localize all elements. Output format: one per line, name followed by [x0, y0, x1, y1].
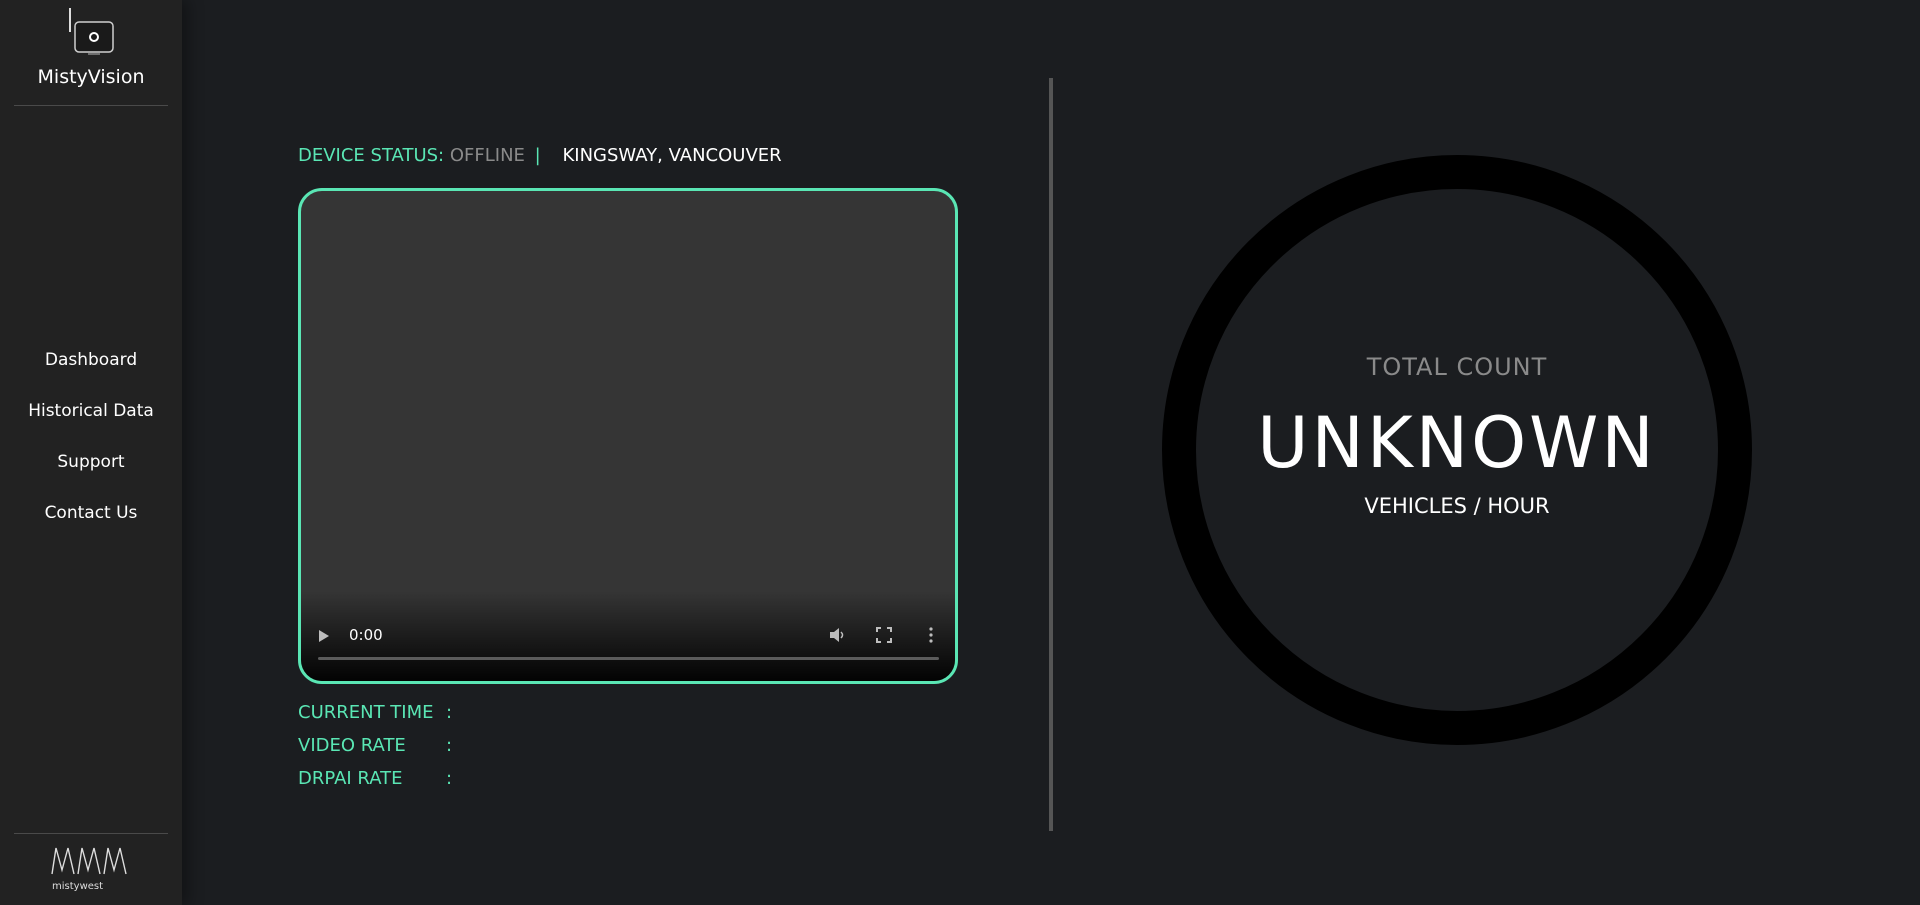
current-time-label: CURRENT TIME [298, 702, 434, 723]
gauge-value: UNKNOWN [1257, 402, 1657, 484]
mute-icon[interactable] [828, 626, 846, 644]
mistywest-wordmark: mistywest [52, 881, 103, 892]
video-rate-row: VIDEO RATE: [298, 735, 452, 756]
current-time-colon: : [446, 702, 453, 723]
video-rate-label: VIDEO RATE [298, 735, 406, 756]
drpai-rate-row: DRPAI RATE: [298, 768, 452, 789]
gauge-title: TOTAL COUNT [1366, 353, 1548, 381]
device-status-line: DEVICE STATUS: OFFLINE | KINGSWAY, VANCO… [298, 145, 782, 166]
sidebar-item-support[interactable]: Support [0, 447, 182, 498]
camera-icon [69, 8, 114, 55]
play-icon[interactable] [317, 629, 331, 643]
drpai-rate-colon: : [446, 768, 453, 789]
current-time-row: CURRENT TIME: [298, 702, 452, 723]
gauge-unit: VEHICLES / HOUR [1364, 494, 1550, 518]
sidebar-item-historical-data[interactable]: Historical Data [0, 396, 182, 447]
status-separator: | [534, 145, 541, 166]
device-status-label: DEVICE STATUS: [298, 145, 445, 166]
sidebar-nav: Dashboard Historical Data Support Contac… [0, 345, 182, 549]
device-location: KINGSWAY, VANCOUVER [562, 145, 782, 166]
fullscreen-icon[interactable] [876, 627, 892, 643]
sidebar: MistyVision Dashboard Historical Data Su… [0, 0, 182, 905]
sidebar-divider-top [14, 105, 168, 106]
video-player[interactable]: 0:00 [298, 188, 958, 684]
vertical-divider [1049, 78, 1053, 831]
sidebar-item-dashboard[interactable]: Dashboard [0, 345, 182, 396]
more-options-icon[interactable] [928, 627, 934, 643]
video-rate-colon: : [446, 735, 453, 756]
brand-name: MistyVision [37, 66, 145, 88]
drpai-rate-label: DRPAI RATE [298, 768, 403, 789]
device-status-value: OFFLINE [449, 145, 525, 166]
mistywest-logo: mistywest [51, 847, 127, 892]
sidebar-item-contact-us[interactable]: Contact Us [0, 498, 182, 549]
sidebar-divider-bottom [14, 833, 168, 834]
video-controls-gradient [301, 591, 955, 681]
video-time-display: 0:00 [349, 626, 383, 644]
video-progress-bar[interactable] [318, 657, 939, 660]
